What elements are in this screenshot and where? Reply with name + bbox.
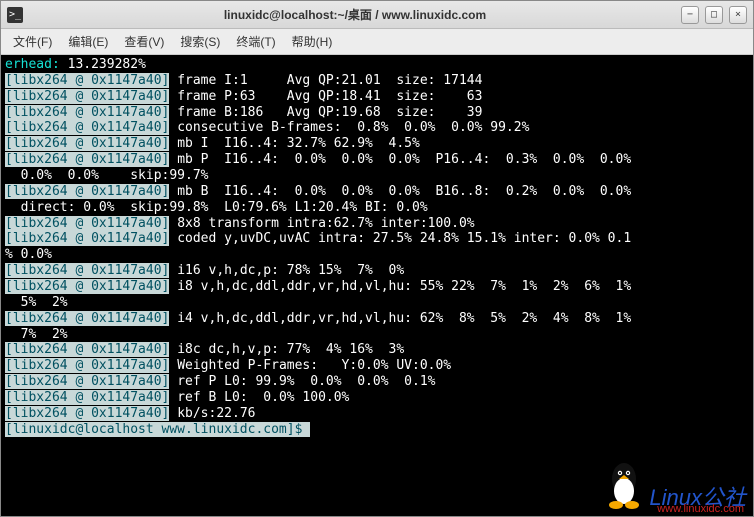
libx264-tag: [libx264 @ 0x1147a40] xyxy=(5,184,169,199)
out-line: i8 v,h,dc,ddl,ddr,vr,hd,vl,hu: 55% 22% 7… xyxy=(169,279,631,294)
out-line: 5% 2% xyxy=(5,295,68,310)
libx264-tag: [libx264 @ 0x1147a40] xyxy=(5,216,169,231)
libx264-tag: [libx264 @ 0x1147a40] xyxy=(5,374,169,389)
libx264-tag: [libx264 @ 0x1147a40] xyxy=(5,231,169,246)
out-line: 13.239282% xyxy=(68,57,146,72)
terminal-output[interactable]: erhead: 13.239282% [libx264 @ 0x1147a40]… xyxy=(1,55,753,516)
libx264-tag: [libx264 @ 0x1147a40] xyxy=(5,406,169,421)
libx264-tag: [libx264 @ 0x1147a40] xyxy=(5,152,169,167)
libx264-tag: [libx264 @ 0x1147a40] xyxy=(5,73,169,88)
out-line: mb I I16..4: 32.7% 62.9% 4.5% xyxy=(169,136,419,151)
window-controls: − □ × xyxy=(681,6,747,24)
menu-search[interactable]: 搜索(S) xyxy=(172,31,228,52)
out-line: frame B:186 Avg QP:19.68 size: 39 xyxy=(169,105,482,120)
menu-terminal[interactable]: 终端(T) xyxy=(228,31,283,52)
out-line: i4 v,h,dc,ddl,ddr,vr,hd,vl,hu: 62% 8% 5%… xyxy=(169,311,631,326)
out-line: frame I:1 Avg QP:21.01 size: 17144 xyxy=(169,73,482,88)
out-line: direct: 0.0% skip:99.8% L0:79.6% L1:20.4… xyxy=(5,200,428,215)
titlebar: >_ linuxidc@localhost:~/桌面 / www.linuxid… xyxy=(1,1,753,29)
out-line: 8x8 transform intra:62.7% inter:100.0% xyxy=(169,216,474,231)
out-line: i16 v,h,dc,p: 78% 15% 7% 0% xyxy=(169,263,404,278)
shell-prompt: [linuxidc@localhost www.linuxidc.com]$ xyxy=(5,422,310,437)
out-line: 7% 2% xyxy=(5,327,68,342)
menubar: 文件(F) 编辑(E) 查看(V) 搜索(S) 终端(T) 帮助(H) xyxy=(1,29,753,55)
logo-url: www.linuxidc.com xyxy=(657,503,744,515)
libx264-tag: [libx264 @ 0x1147a40] xyxy=(5,89,169,104)
menu-file[interactable]: 文件(F) xyxy=(5,31,60,52)
app-icon: >_ xyxy=(7,7,23,23)
out-line: ref P L0: 99.9% 0.0% 0.0% 0.1% xyxy=(169,374,435,389)
out-line: erhead: xyxy=(5,57,68,72)
out-line: frame P:63 Avg QP:18.41 size: 63 xyxy=(169,89,482,104)
out-line: coded y,uvDC,uvAC intra: 27.5% 24.8% 15.… xyxy=(169,231,631,246)
out-line: ref B L0: 0.0% 100.0% xyxy=(169,390,349,405)
libx264-tag: [libx264 @ 0x1147a40] xyxy=(5,263,169,278)
libx264-tag: [libx264 @ 0x1147a40] xyxy=(5,390,169,405)
menu-edit[interactable]: 编辑(E) xyxy=(60,31,116,52)
menu-view[interactable]: 查看(V) xyxy=(116,31,172,52)
out-line: 0.0% 0.0% skip:99.7% xyxy=(5,168,209,183)
libx264-tag: [libx264 @ 0x1147a40] xyxy=(5,279,169,294)
libx264-tag: [libx264 @ 0x1147a40] xyxy=(5,105,169,120)
out-line: mb P I16..4: 0.0% 0.0% 0.0% P16..4: 0.3%… xyxy=(169,152,631,167)
terminal-window: >_ linuxidc@localhost:~/桌面 / www.linuxid… xyxy=(0,0,754,517)
libx264-tag: [libx264 @ 0x1147a40] xyxy=(5,136,169,151)
menu-help[interactable]: 帮助(H) xyxy=(284,31,341,52)
out-line: mb B I16..4: 0.0% 0.0% 0.0% B16..8: 0.2%… xyxy=(169,184,631,199)
out-line: Weighted P-Frames: Y:0.0% UV:0.0% xyxy=(169,358,451,373)
out-line: i8c dc,h,v,p: 77% 4% 16% 3% xyxy=(169,342,404,357)
libx264-tag: [libx264 @ 0x1147a40] xyxy=(5,358,169,373)
window-title: linuxidc@localhost:~/桌面 / www.linuxidc.c… xyxy=(29,6,681,23)
out-line: kb/s:22.76 xyxy=(169,406,255,421)
out-line: consecutive B-frames: 0.8% 0.0% 0.0% 99.… xyxy=(169,120,529,135)
libx264-tag: [libx264 @ 0x1147a40] xyxy=(5,311,169,326)
maximize-button[interactable]: □ xyxy=(705,6,723,24)
libx264-tag: [libx264 @ 0x1147a40] xyxy=(5,342,169,357)
libx264-tag: [libx264 @ 0x1147a40] xyxy=(5,120,169,135)
minimize-button[interactable]: − xyxy=(681,6,699,24)
out-line: % 0.0% xyxy=(5,247,52,262)
close-button[interactable]: × xyxy=(729,6,747,24)
